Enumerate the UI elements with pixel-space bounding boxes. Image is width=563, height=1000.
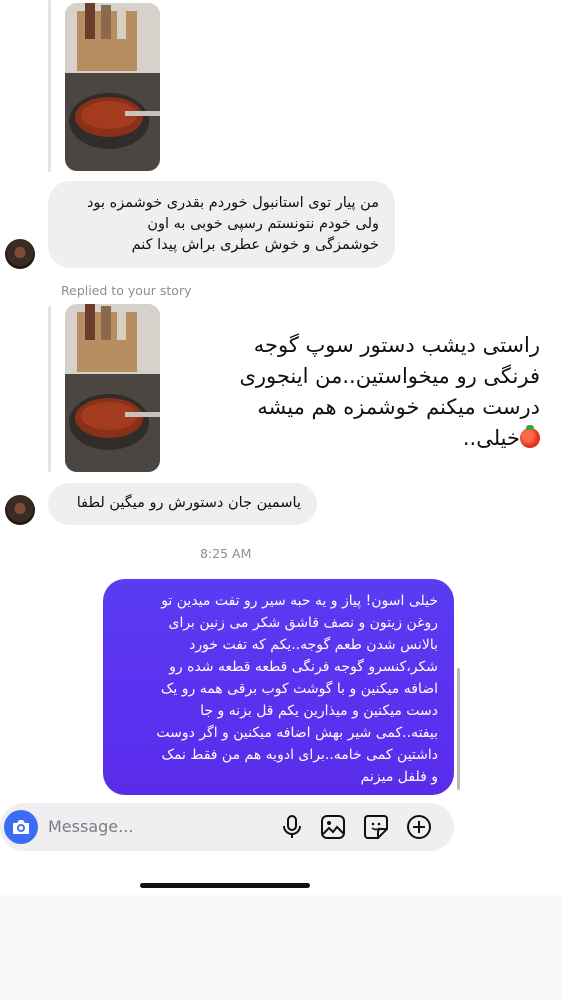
message-line: بیفته..کمی شیر بهش اضافه میکنین و اگر دو… xyxy=(156,725,438,741)
gallery-button[interactable] xyxy=(320,814,346,840)
message-line: روغن زیتون و نصف قاشق شکر می زنین برای xyxy=(168,615,438,631)
camera-button[interactable] xyxy=(4,810,38,844)
camera-icon xyxy=(13,820,29,834)
sticker-icon xyxy=(364,815,388,839)
caption-line: درست میکنم خوشمزه هم میشه xyxy=(257,395,540,419)
story-image xyxy=(65,304,160,472)
incoming-message[interactable]: من پیار توی استانبول خوردم بقدری خوشمزه … xyxy=(48,181,395,268)
message-composer[interactable]: Message... xyxy=(0,803,454,851)
microphone-button[interactable] xyxy=(279,814,305,840)
message-timestamp: 8:25 AM xyxy=(200,546,252,561)
sender-avatar[interactable] xyxy=(5,239,35,269)
tomato-emoji-icon xyxy=(520,425,540,448)
message-line: شکر،کنسرو گوجه فرنگی قطعه قطعه شده رو xyxy=(169,659,438,675)
story-thumbnail[interactable] xyxy=(65,3,160,171)
add-icon xyxy=(407,815,431,839)
story-caption: راستی دیشب دستور سوپ گوجه فرنگی رو میخوا… xyxy=(205,330,540,454)
scrollbar[interactable] xyxy=(457,668,460,790)
message-line: یاسمین جان دستورش رو میگین لطفا xyxy=(76,495,301,511)
outgoing-message[interactable]: خیلی اسون! پیاز و یه حبه سیر رو تفت میدی… xyxy=(103,579,454,795)
caption-line: فرنگی رو میخواستین..من اینجوری xyxy=(239,364,540,388)
story-reply-bar xyxy=(48,306,51,472)
story-reply-bar xyxy=(48,0,51,172)
message-line: و فلفل میزنم xyxy=(360,769,438,785)
message-line: داشتین کمی خامه..برای ادویه هم من فقط نم… xyxy=(161,747,438,763)
home-indicator[interactable] xyxy=(140,883,310,888)
add-button[interactable] xyxy=(406,814,432,840)
microphone-icon xyxy=(283,815,301,838)
replied-to-story-label: Replied to your story xyxy=(61,283,192,298)
story-image xyxy=(65,3,160,171)
message-input[interactable]: Message... xyxy=(48,817,133,836)
caption-line: راستی دیشب دستور سوپ گوجه xyxy=(253,333,540,357)
sticker-button[interactable] xyxy=(363,814,389,840)
message-line: خوشمزگی و خوش عطری براش پیدا کنم xyxy=(131,237,379,253)
caption-line: خیلی.. xyxy=(205,423,540,454)
message-line: اضافه میکنین و با گوشت کوب برقی همه رو ی… xyxy=(160,681,438,697)
message-line: ولی خودم نتونستم رسپی خوبی به اون xyxy=(147,216,379,232)
gallery-icon xyxy=(321,815,345,839)
sender-avatar[interactable] xyxy=(5,495,35,525)
message-line: من پیار توی استانبول خوردم بقدری خوشمزه … xyxy=(87,195,379,211)
message-line: بالانس شدن طعم گوجه..یکم که تفت خورد xyxy=(189,637,438,653)
incoming-message[interactable]: یاسمین جان دستورش رو میگین لطفا xyxy=(48,483,317,525)
bottom-safe-area xyxy=(0,895,563,1000)
message-line: دست میکنین و میذارین یکم قل بزنه و جا xyxy=(200,703,438,719)
caption-line-text: خیلی.. xyxy=(462,426,520,450)
story-thumbnail[interactable] xyxy=(65,304,160,472)
message-line: خیلی اسون! پیاز و یه حبه سیر رو تفت میدی… xyxy=(161,593,438,609)
